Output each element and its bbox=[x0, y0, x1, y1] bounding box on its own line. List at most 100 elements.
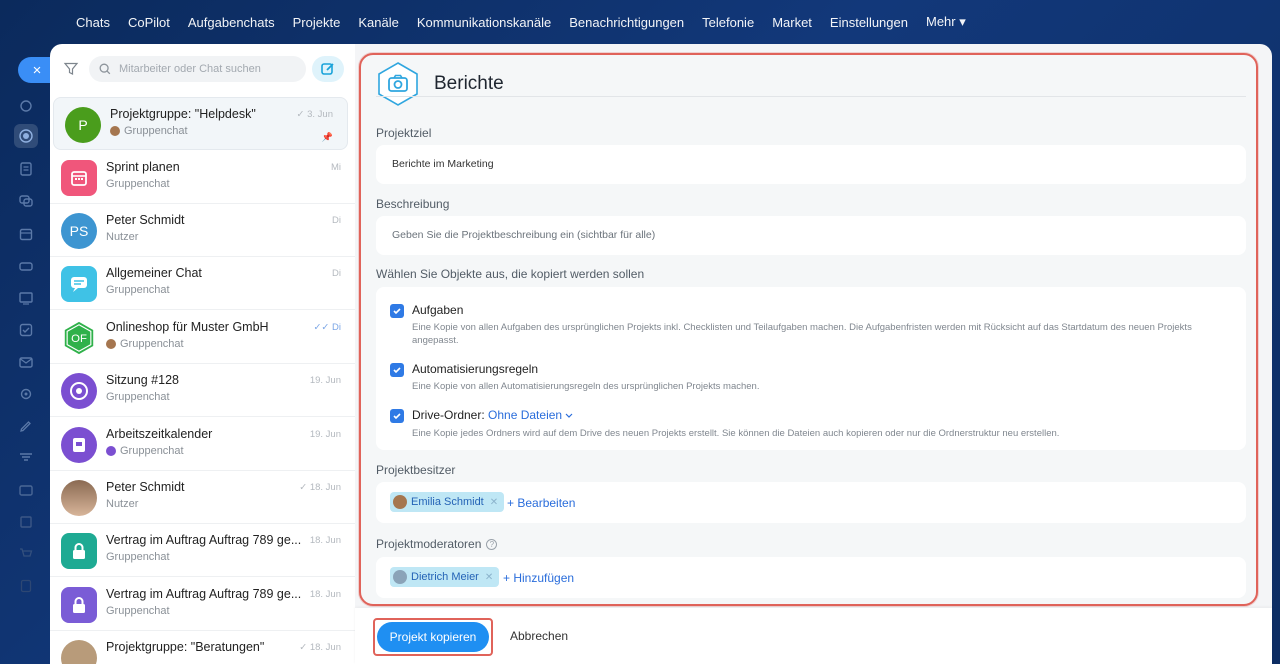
openlines-icon[interactable] bbox=[14, 124, 38, 148]
calendar-icon[interactable] bbox=[14, 222, 38, 246]
drive-checkbox[interactable] bbox=[390, 409, 404, 423]
list-item[interactable]: Vertrag im Auftrag Auftrag 789 ge... Gru… bbox=[50, 524, 355, 577]
camera-icon bbox=[378, 62, 418, 106]
nav-copilot[interactable]: CoPilot bbox=[128, 15, 170, 30]
document-icon[interactable] bbox=[14, 574, 38, 598]
nav-telephony[interactable]: Telefonie bbox=[702, 15, 754, 30]
nav-notifications[interactable]: Benachrichtigungen bbox=[569, 15, 684, 30]
board-icon[interactable] bbox=[14, 286, 38, 310]
add-moderator-link[interactable]: + Hinzufügen bbox=[503, 571, 574, 585]
compose-icon bbox=[321, 63, 334, 75]
avatar-initials: OF bbox=[71, 333, 87, 345]
list-item[interactable]: Peter Schmidt Nutzer ✓ 18. Jun bbox=[50, 471, 355, 524]
chats-icon[interactable] bbox=[14, 189, 38, 213]
tasks-option-title: Aufgaben bbox=[412, 303, 464, 317]
list-item[interactable]: OF Onlineshop für Muster GmbH Gruppencha… bbox=[50, 311, 355, 364]
list-item[interactable]: P Projektgruppe: "Helpdesk" Gruppenchat … bbox=[53, 97, 348, 150]
list-item[interactable]: Sprint planen Gruppenchat Mi bbox=[50, 151, 355, 204]
goal-value: Berichte im Marketing bbox=[392, 158, 494, 170]
nav-chats[interactable]: Chats bbox=[76, 15, 110, 30]
drive-option-desc: Eine Kopie jedes Ordners wird auf dem Dr… bbox=[412, 428, 1060, 439]
chat-type: Nutzer bbox=[106, 498, 139, 510]
chat-date: Di bbox=[332, 215, 341, 226]
mail-icon[interactable] bbox=[14, 350, 38, 374]
moderators-field: Dietrich Meier ✕ + Hinzufügen bbox=[376, 557, 1246, 598]
chat-title: Projektgruppe: "Helpdesk" bbox=[110, 107, 256, 121]
chat-type: Gruppenchat bbox=[106, 391, 170, 403]
settings-icon[interactable] bbox=[14, 382, 38, 406]
user-photo-avatar bbox=[61, 480, 97, 516]
moderator-avatar bbox=[393, 570, 407, 584]
funnel-icon[interactable] bbox=[14, 446, 38, 470]
list-item[interactable]: Projektgruppe: "Beratungen" ✓ 18. Jun bbox=[50, 631, 355, 664]
chevron-down-icon bbox=[566, 413, 573, 418]
chat-subtitle: Gruppenchat bbox=[106, 445, 184, 457]
new-chat-button[interactable] bbox=[312, 56, 344, 82]
cancel-button[interactable]: Abbrechen bbox=[510, 629, 568, 643]
chat-title: Peter Schmidt bbox=[106, 213, 185, 227]
goal-field[interactable]: Berichte im Marketing bbox=[376, 145, 1246, 184]
copilot-icon[interactable] bbox=[14, 94, 38, 118]
edit-owner-link[interactable]: + Bearbeiten bbox=[507, 496, 575, 510]
chat-type: Gruppenchat bbox=[106, 605, 170, 617]
description-label: Beschreibung bbox=[376, 197, 450, 211]
help-icon[interactable]: ? bbox=[486, 539, 498, 550]
goal-label: Projektziel bbox=[376, 126, 432, 140]
owner-name: Emilia Schmidt bbox=[411, 496, 484, 508]
chat-subtitle: Gruppenchat bbox=[106, 178, 170, 190]
search-input[interactable]: Mitarbeiter oder Chat suchen bbox=[89, 56, 306, 82]
nav-projects[interactable]: Projekte bbox=[293, 15, 341, 30]
chat-subtitle: Nutzer bbox=[106, 231, 138, 243]
chat-type: Gruppenchat bbox=[120, 445, 184, 457]
drive-option-label: Drive-Ordner: bbox=[412, 408, 485, 422]
tasks-checkbox[interactable] bbox=[390, 304, 404, 318]
chat-title: Projektgruppe: "Beratungen" bbox=[106, 640, 265, 654]
chat-date: ✓✓ Di bbox=[313, 322, 341, 333]
list-item[interactable]: PS Peter Schmidt Nutzer Di bbox=[50, 204, 355, 257]
chat-title: Arbeitszeitkalender bbox=[106, 427, 213, 441]
nav-task-chats[interactable]: Aufgabenchats bbox=[188, 15, 275, 30]
chat-subtitle: Nutzer bbox=[106, 498, 138, 510]
automation-option-title: Automatisierungsregeln bbox=[412, 362, 539, 376]
remove-icon[interactable]: ✕ bbox=[485, 572, 493, 583]
avatar: PS bbox=[61, 213, 97, 249]
pen-icon[interactable] bbox=[14, 414, 38, 438]
moderator-tag[interactable]: Dietrich Meier ✕ bbox=[390, 567, 500, 587]
drive-icon[interactable] bbox=[14, 254, 38, 278]
nav-channels[interactable]: Kanäle bbox=[358, 15, 398, 30]
calendar-avatar-icon bbox=[61, 160, 97, 196]
chat-subtitle: Gruppenchat bbox=[106, 391, 170, 403]
nav-more[interactable]: Mehr ▾ bbox=[926, 14, 966, 30]
list-item[interactable]: Arbeitszeitkalender Gruppenchat 19. Jun bbox=[50, 418, 355, 471]
chat-date: Di bbox=[332, 268, 341, 279]
copy-project-button[interactable]: Projekt kopieren bbox=[377, 622, 489, 652]
chat-date: ✓ 18. Jun bbox=[299, 642, 341, 653]
owner-label: Projektbesitzer bbox=[376, 463, 456, 477]
drive-mode-dropdown[interactable]: Ohne Dateien bbox=[488, 408, 573, 422]
chat-bubble-avatar-icon bbox=[61, 266, 97, 302]
store-icon[interactable] bbox=[14, 478, 38, 502]
list-item[interactable]: Vertrag im Auftrag Auftrag 789 ge... Gru… bbox=[50, 578, 355, 631]
chat-type: Gruppenchat bbox=[106, 551, 170, 563]
list-item[interactable]: Allgemeiner Chat Gruppenchat Di bbox=[50, 257, 355, 310]
list-item[interactable]: Sitzung #128 Gruppenchat 19. Jun bbox=[50, 364, 355, 417]
chat-title: Peter Schmidt bbox=[106, 480, 185, 494]
cart-icon[interactable] bbox=[14, 542, 38, 566]
owner-field: Emilia Schmidt ✕ + Bearbeiten bbox=[376, 482, 1246, 523]
hexagon-avatar: OF bbox=[61, 320, 97, 356]
automation-checkbox[interactable] bbox=[390, 363, 404, 377]
owner-tag[interactable]: Emilia Schmidt ✕ bbox=[390, 492, 505, 512]
moderators-label: Projektmoderatoren? bbox=[376, 537, 498, 551]
building-icon[interactable] bbox=[14, 510, 38, 534]
nav-settings[interactable]: Einstellungen bbox=[830, 15, 908, 30]
tasks-icon[interactable] bbox=[14, 318, 38, 342]
chat-title: Sprint planen bbox=[106, 160, 180, 174]
filter-icon[interactable] bbox=[63, 61, 79, 77]
documents-icon[interactable] bbox=[14, 157, 38, 181]
nav-market[interactable]: Market bbox=[772, 15, 812, 30]
remove-icon[interactable]: ✕ bbox=[490, 497, 498, 508]
description-field[interactable]: Geben Sie die Projektbeschreibung ein (s… bbox=[376, 216, 1246, 255]
nav-communication-channels[interactable]: Kommunikationskanäle bbox=[417, 15, 551, 30]
chat-title: Vertrag im Auftrag Auftrag 789 ge... bbox=[106, 533, 302, 547]
divider bbox=[376, 96, 1246, 97]
